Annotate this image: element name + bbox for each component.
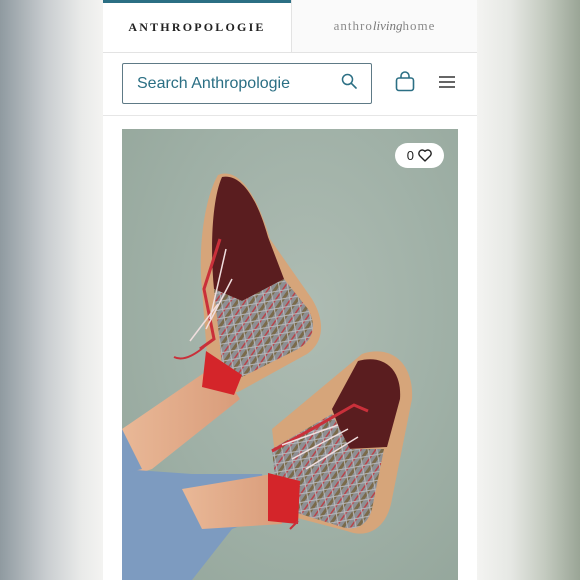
- search-header: [103, 53, 477, 116]
- logo-script: living: [372, 18, 403, 33]
- heart-outline-icon: [418, 149, 432, 162]
- shopping-bag-button[interactable]: [393, 70, 417, 94]
- like-button[interactable]: 0: [394, 143, 444, 168]
- logo-suffix: home: [402, 18, 436, 33]
- logo-prefix: anthro: [333, 18, 373, 33]
- hamburger-menu-icon: [439, 76, 455, 88]
- like-count: 0: [406, 148, 414, 163]
- tab-anthro-living-home[interactable]: anthrolivinghome: [291, 0, 477, 52]
- anthro-living-logo: anthrolivinghome: [334, 18, 436, 34]
- product-image[interactable]: 0: [122, 129, 458, 580]
- magnifier-icon[interactable]: [341, 73, 357, 94]
- mobile-page: ANTHROPOLOGIE anthrolivinghome Search An…: [103, 0, 477, 580]
- search-box[interactable]: [122, 63, 372, 104]
- menu-button[interactable]: [437, 72, 457, 92]
- site-tabs: ANTHROPOLOGIE anthrolivinghome: [103, 0, 477, 53]
- search-input[interactable]: [137, 74, 327, 93]
- shopping-bag-icon: [395, 71, 415, 92]
- anthropologie-logo-text: ANTHROPOLOGIE: [128, 20, 266, 34]
- tab-anthropologie[interactable]: ANTHROPOLOGIE: [103, 0, 291, 52]
- product-photo-boots: [122, 173, 413, 580]
